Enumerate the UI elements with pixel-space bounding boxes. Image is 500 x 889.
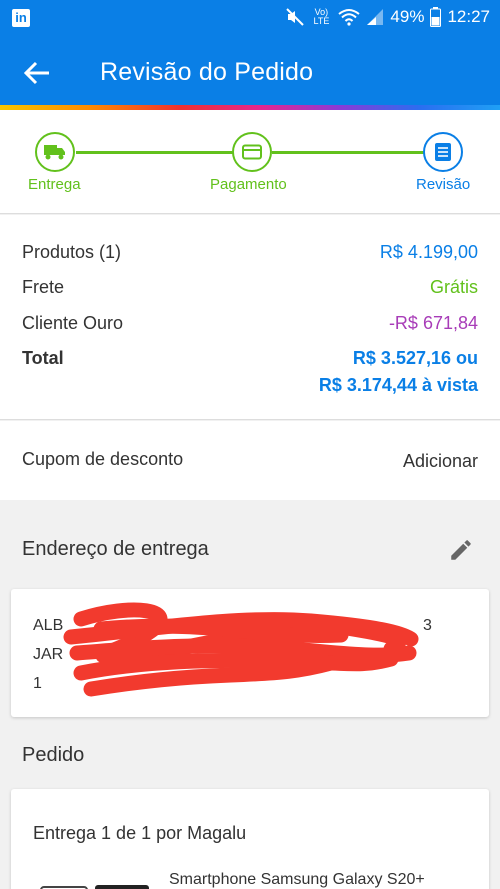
- truck-icon: [44, 145, 65, 160]
- order-card: Entrega 1 de 1 por Magalu Smartphone Sam…: [11, 789, 489, 889]
- add-coupon-button[interactable]: Adicionar: [403, 451, 478, 472]
- step-label-entrega: Entrega: [28, 176, 81, 193]
- coupon-row[interactable]: Cupom de desconto Adicionar: [0, 421, 500, 500]
- step-connector: [76, 151, 234, 154]
- step-label-revisao: Revisão: [416, 176, 471, 193]
- total-label: Total: [22, 348, 64, 368]
- step-pagamento[interactable]: [232, 132, 272, 172]
- product-thumbnail[interactable]: [37, 881, 155, 889]
- address-card[interactable]: ALB 3 JAR 1: [11, 589, 489, 717]
- linkedin-icon: in: [12, 9, 30, 27]
- clock: 12:27: [447, 7, 490, 26]
- shipping-label: Frete: [22, 277, 65, 297]
- battery-percent: 49%: [390, 7, 425, 26]
- list-icon: [435, 143, 451, 161]
- total-installments: R$ 3.527,16 ou: [352, 348, 478, 368]
- status-bar: in Vo) LTE 49% 12:27: [0, 0, 500, 36]
- mute-icon: [286, 8, 305, 26]
- status-icons: Vo) LTE 49% 12:27: [286, 7, 490, 27]
- app-bar: Revisão do Pedido: [0, 36, 500, 108]
- step-connector: [272, 151, 424, 154]
- coupon-label: Cupom de desconto: [22, 449, 184, 469]
- gold-client-label: Cliente Ouro: [22, 313, 124, 333]
- step-label-pagamento: Pagamento: [210, 176, 287, 193]
- products-value: R$ 4.199,00: [379, 242, 478, 262]
- wifi-icon: [338, 9, 361, 26]
- redaction-scribble: [63, 602, 419, 697]
- card-icon: [242, 144, 262, 160]
- network-label: Vo) LTE: [313, 7, 330, 26]
- pencil-icon[interactable]: [448, 537, 474, 563]
- total-cash: R$ 3.174,44 à vista: [318, 375, 478, 395]
- gold-client-discount: -R$ 671,84: [388, 313, 478, 333]
- product-name[interactable]: Smartphone Samsung Galaxy S20+: [169, 871, 425, 889]
- battery-icon: [430, 7, 442, 27]
- step-revisao[interactable]: [423, 132, 463, 172]
- arrow-left-icon[interactable]: [22, 58, 52, 88]
- order-section-title: Pedido: [22, 744, 85, 766]
- address-section-title: Endereço de entrega: [22, 538, 209, 560]
- shipping-value: Grátis: [429, 277, 478, 297]
- delivery-info: Entrega 1 de 1 por Magalu: [33, 823, 247, 843]
- products-label: Produtos (1): [22, 242, 122, 262]
- order-summary: Produtos (1) R$ 4.199,00 Frete Grátis Cl…: [0, 215, 500, 420]
- page-title: Revisão do Pedido: [100, 58, 314, 86]
- signal-icon: [367, 9, 384, 25]
- checkout-stepper: Entrega Pagamento Revisão: [0, 110, 500, 214]
- step-entrega[interactable]: [35, 132, 75, 172]
